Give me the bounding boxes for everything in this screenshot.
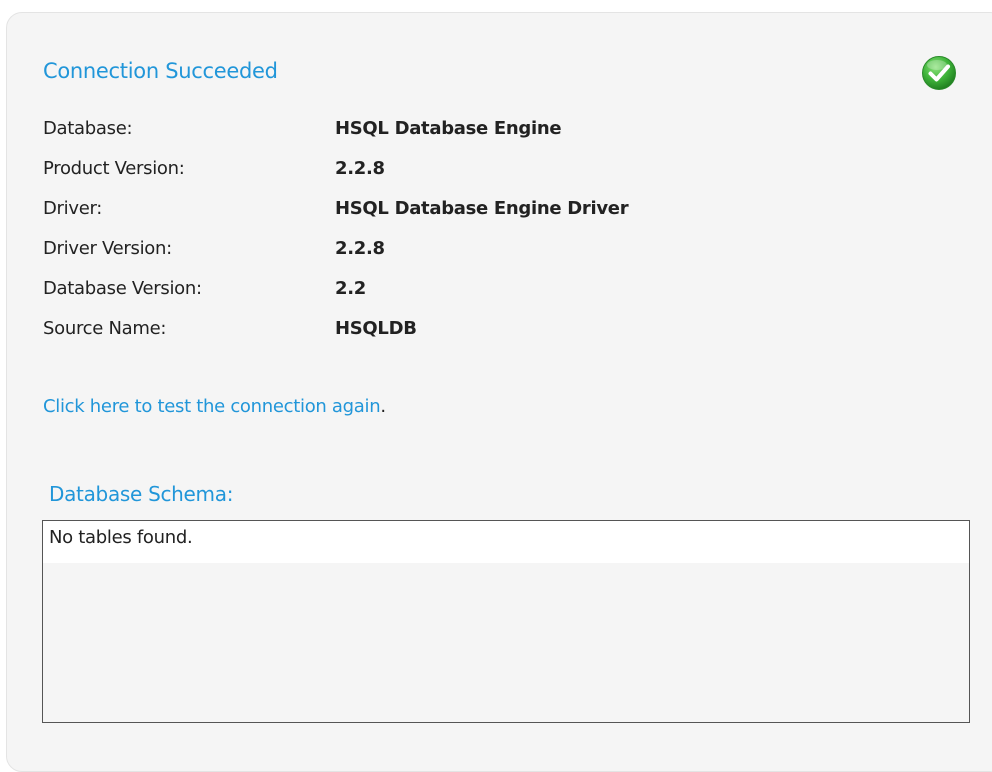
check-circle-icon	[922, 56, 956, 90]
detail-label: Database Version:	[43, 278, 202, 299]
detail-value: HSQL Database Engine	[335, 118, 562, 139]
detail-label: Source Name:	[43, 318, 167, 339]
detail-value: 2.2	[335, 278, 366, 299]
detail-value: HSQL Database Engine Driver	[335, 198, 629, 219]
detail-label: Driver Version:	[43, 238, 172, 259]
detail-value: 2.2.8	[335, 158, 385, 179]
connection-panel: Connection Succeeded Database: HSQL Data…	[6, 12, 992, 772]
detail-label: Database:	[43, 118, 133, 139]
test-connection-again-link[interactable]: Click here to test the connection again	[43, 396, 381, 417]
detail-label: Product Version:	[43, 158, 185, 179]
detail-value: HSQLDB	[335, 318, 417, 339]
detail-value: 2.2.8	[335, 238, 385, 259]
retest-line: Click here to test the connection again.	[43, 396, 386, 417]
schema-empty-message: No tables found.	[43, 521, 969, 563]
schema-list[interactable]: No tables found.	[42, 520, 970, 723]
schema-title: Database Schema:	[49, 482, 234, 506]
connection-status-title: Connection Succeeded	[43, 59, 278, 83]
retest-period: .	[380, 396, 386, 417]
detail-label: Driver:	[43, 198, 103, 219]
